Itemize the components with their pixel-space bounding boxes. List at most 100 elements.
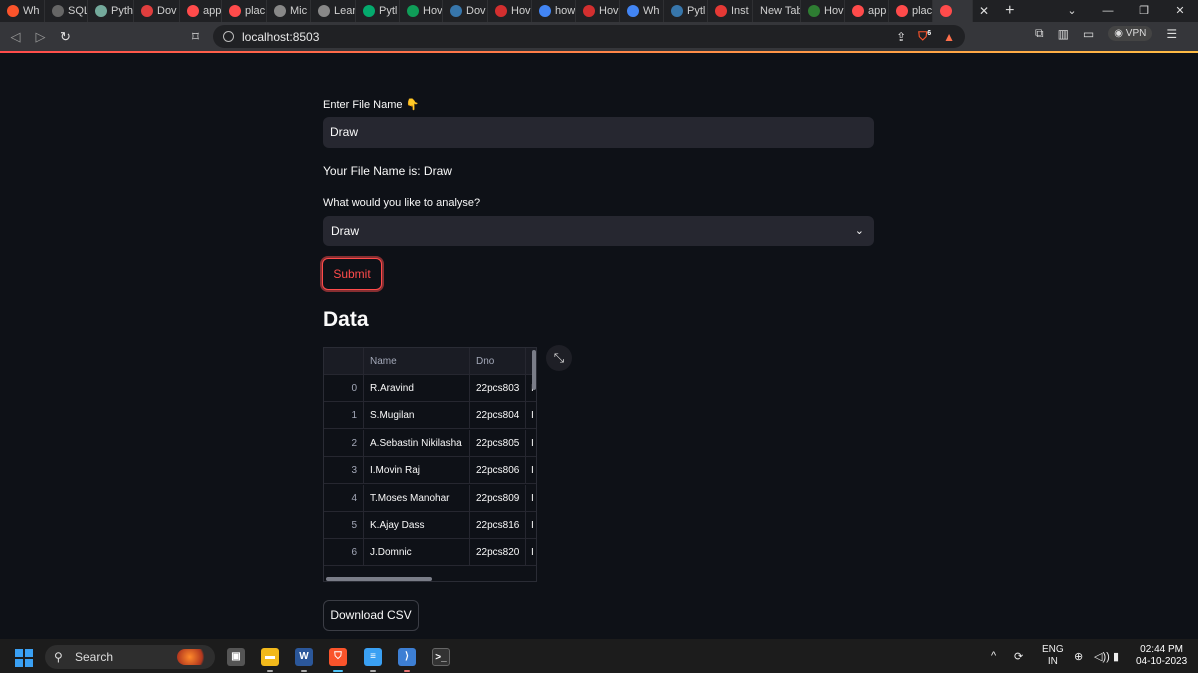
volume-icon[interactable]: ◁)) xyxy=(1094,639,1110,673)
terminal-icon[interactable]: >_ xyxy=(432,648,450,666)
overflow-cell[interactable]: I xyxy=(526,539,536,565)
browser-tab[interactable]: plac xyxy=(222,0,267,22)
overflow-cell[interactable]: I xyxy=(526,430,536,456)
browser-tab[interactable]: Dov xyxy=(443,0,488,22)
system-clock[interactable]: 02:44 PM 04-10-2023 xyxy=(1136,644,1187,668)
browser-tab[interactable]: Wh xyxy=(0,0,45,22)
overflow-cell[interactable]: I xyxy=(526,512,536,538)
brave-rewards-icon[interactable]: ▲ xyxy=(943,30,955,44)
name-cell[interactable]: K.Ajay Dass xyxy=(364,512,470,538)
google-icon xyxy=(539,5,551,17)
name-cell[interactable]: J.Domnic xyxy=(364,539,470,566)
file-name-input[interactable]: Draw xyxy=(323,117,874,148)
name-cell[interactable]: A.Sebastin Nikilasha xyxy=(364,429,470,456)
index-header xyxy=(324,348,364,374)
vpn-button[interactable]: ◉ VPN xyxy=(1108,26,1153,41)
name-header[interactable]: Name xyxy=(364,348,470,374)
dno-cell[interactable]: 22pcs806 xyxy=(470,457,526,484)
name-cell[interactable]: T.Moses Manohar xyxy=(364,484,470,511)
close-tab-icon[interactable]: ✕ xyxy=(973,4,995,18)
browser-tab[interactable]: plac xyxy=(889,0,933,22)
table-row[interactable]: 2 A.Sebastin Nikilasha 22pcs805 I xyxy=(324,429,536,457)
table-row[interactable]: 1 S.Mugilan 22pcs804 I xyxy=(324,402,536,430)
share-icon[interactable]: ⇪ xyxy=(896,30,906,44)
browser-tab[interactable]: Hov xyxy=(400,0,443,22)
vscode-icon[interactable]: ⟩ xyxy=(398,648,416,666)
show-hidden-icons-icon[interactable]: ^ xyxy=(991,639,996,673)
browser-tab[interactable]: SQL xyxy=(45,0,88,22)
download-csv-button[interactable]: Download CSV xyxy=(323,600,419,631)
extensions-icon[interactable]: ⧉ xyxy=(1035,26,1044,41)
restore-button[interactable]: ❐ xyxy=(1126,0,1162,22)
name-cell[interactable]: R.Aravind xyxy=(364,375,470,401)
table-row[interactable]: 0R.Aravind22pcs803I xyxy=(324,375,536,402)
browser-tab[interactable]: Inst xyxy=(708,0,753,22)
sidebar-icon[interactable]: ▥ xyxy=(1058,27,1069,41)
dno-cell[interactable]: 22pcs809 xyxy=(470,484,526,511)
browser-tab[interactable]: Lear xyxy=(311,0,356,22)
overflow-cell[interactable]: I xyxy=(526,485,536,511)
sql-icon xyxy=(52,5,64,17)
browser-tab[interactable]: Hov xyxy=(801,0,845,22)
back-icon[interactable]: ◁ xyxy=(3,29,28,45)
browser-tab[interactable] xyxy=(933,0,973,22)
brave-shields-icon[interactable]: ⛉6 xyxy=(918,29,931,44)
dno-cell[interactable]: 22pcs803 xyxy=(470,375,526,401)
language-indicator[interactable]: ENG IN xyxy=(1042,639,1064,673)
browser-tab[interactable]: app xyxy=(180,0,222,22)
task-view-icon[interactable]: ▣ xyxy=(227,648,245,666)
table-row[interactable]: 3 I.Movin Raj 22pcs806 I xyxy=(324,457,536,485)
horizontal-scrollbar[interactable] xyxy=(326,577,432,581)
forward-icon[interactable]: ▷ xyxy=(28,29,53,45)
dno-cell[interactable]: 22pcs804 xyxy=(470,402,526,429)
browser-tab[interactable]: how xyxy=(532,0,576,22)
new-tab-icon[interactable]: + xyxy=(995,2,1024,20)
fullscreen-expand-icon[interactable]: ⤡ xyxy=(546,345,572,371)
browser-tab[interactable]: Hov xyxy=(488,0,532,22)
sync-icon[interactable]: ⟳ xyxy=(1014,639,1023,673)
brave-browser-icon[interactable]: ⛉ xyxy=(329,648,347,666)
menu-icon[interactable]: ☰ xyxy=(1166,27,1177,41)
browser-tab[interactable]: Pytl xyxy=(664,0,708,22)
reload-icon[interactable]: ↻ xyxy=(53,29,78,45)
battery-icon[interactable]: ▮ xyxy=(1113,639,1119,673)
dno-cell[interactable]: 22pcs816 xyxy=(470,512,526,538)
url-field[interactable]: localhost:8503 ⇪ ⛉6 ▲ xyxy=(213,25,965,48)
word-icon[interactable]: W xyxy=(295,648,313,666)
browser-tab[interactable]: Dov xyxy=(134,0,180,22)
table-row[interactable]: 6 J.Domnic 22pcs820 I xyxy=(324,539,536,567)
data-table[interactable]: Name Dno 0R.Aravind22pcs803I1S.Mugilan22… xyxy=(323,347,537,582)
table-row[interactable]: 5 K.Ajay Dass 22pcs816 I xyxy=(324,512,536,539)
overflow-cell[interactable]: I xyxy=(526,402,536,428)
submit-button[interactable]: Submit xyxy=(322,258,382,290)
analyse-select[interactable]: Draw ⌄ xyxy=(323,216,874,246)
table-row[interactable]: 4 T.Moses Manohar 22pcs809 I xyxy=(324,484,536,512)
name-cell[interactable]: S.Mugilan xyxy=(364,402,470,429)
dno-header[interactable]: Dno xyxy=(470,348,526,374)
minimize-button[interactable]: — xyxy=(1090,0,1126,22)
dno-cell[interactable]: 22pcs805 xyxy=(470,429,526,456)
dno-cell[interactable]: 22pcs820 xyxy=(470,539,526,566)
browser-tab[interactable]: Hov xyxy=(576,0,620,22)
browser-tab[interactable]: Pyth xyxy=(88,0,134,22)
close-window-button[interactable]: ✕ xyxy=(1162,0,1198,22)
bookmark-icon[interactable]: ⌑ xyxy=(183,29,208,45)
taskbar-search[interactable]: ⚲ Search xyxy=(45,645,215,669)
browser-tab[interactable]: Mic xyxy=(267,0,311,22)
browser-tab[interactable]: Wh xyxy=(620,0,664,22)
notepad-icon[interactable]: ≡ xyxy=(364,648,382,666)
windows-start-icon[interactable] xyxy=(15,649,33,667)
overflow-cell[interactable]: I xyxy=(526,457,536,483)
network-globe-icon[interactable]: ⊕ xyxy=(1074,639,1083,673)
browser-tab-label: Inst xyxy=(731,5,749,17)
name-cell[interactable]: I.Movin Raj xyxy=(364,457,470,484)
vertical-scrollbar[interactable] xyxy=(532,350,536,390)
site-info-icon[interactable] xyxy=(223,31,234,42)
browser-tab[interactable]: New Tab xyxy=(753,0,801,22)
tab-search-icon[interactable]: ⌄ xyxy=(1054,0,1090,22)
file-explorer-icon[interactable]: ▬ xyxy=(261,648,279,666)
browser-tab-label: Lear xyxy=(334,5,356,17)
browser-tab[interactable]: Pytl xyxy=(356,0,400,22)
browser-tab[interactable]: app xyxy=(845,0,889,22)
wallet-icon[interactable]: ▭ xyxy=(1083,27,1094,41)
